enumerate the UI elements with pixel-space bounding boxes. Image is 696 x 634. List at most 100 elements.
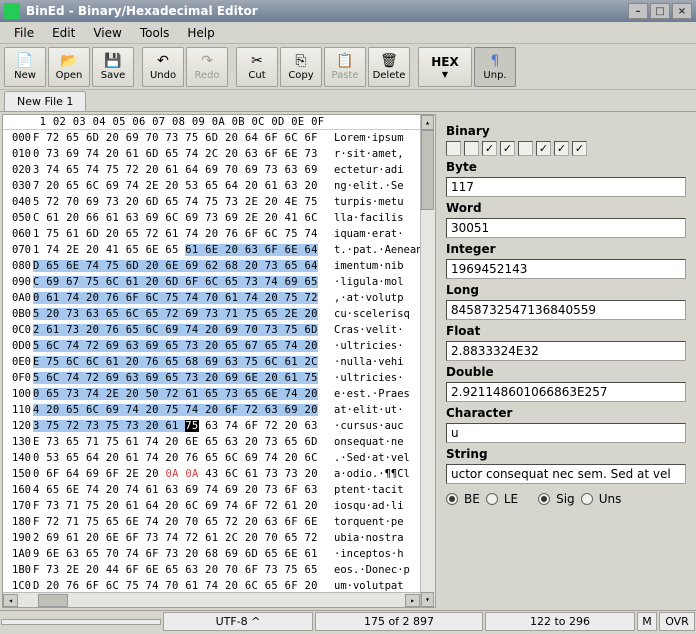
endian-be-radio[interactable] — [446, 493, 458, 505]
redo-button[interactable]: ↷Redo — [186, 47, 228, 87]
status-mode-ovr[interactable]: OVR — [659, 612, 695, 631]
string-label: String — [446, 447, 686, 461]
long-label: Long — [446, 283, 686, 297]
open-button[interactable]: 📂Open — [48, 47, 90, 87]
delete-icon: 🗑 — [380, 53, 398, 69]
tab-new-file-1[interactable]: New File 1 — [4, 91, 86, 111]
save-button[interactable]: 💾Save — [92, 47, 134, 87]
bit-checkbox[interactable]: ✓ — [554, 141, 569, 156]
bit-checkbox[interactable] — [518, 141, 533, 156]
character-field[interactable] — [446, 423, 686, 443]
file-new-icon: 📄 — [16, 53, 34, 69]
hex-row[interactable]: 1500 6F 64 69 6F 2E 20 0A 0A 43 6C 61 73… — [3, 466, 420, 482]
bit-checkbox[interactable]: ✓ — [536, 141, 551, 156]
hex-row[interactable]: 0E0E 75 6C 6C 61 20 76 65 68 69 63 75 6C… — [3, 354, 420, 370]
bit-checkbox[interactable]: ✓ — [482, 141, 497, 156]
sign-sig-radio[interactable] — [538, 493, 550, 505]
scroll-thumb[interactable] — [38, 594, 68, 607]
sign-uns-radio[interactable] — [581, 493, 593, 505]
cut-button[interactable]: ✂Cut — [236, 47, 278, 87]
status-empty — [1, 619, 161, 625]
folder-open-icon: 📂 — [60, 53, 78, 69]
hex-row[interactable]: 080D 65 6E 74 75 6D 20 6E 69 62 68 20 73… — [3, 258, 420, 274]
hex-row[interactable]: 1B0F 73 2E 20 44 6F 6E 65 63 20 70 6F 73… — [3, 562, 420, 578]
chevron-down-icon: ▼ — [442, 70, 448, 79]
hex-row[interactable]: 090C 69 67 75 6C 61 20 6D 6F 6C 65 73 74… — [3, 274, 420, 290]
hex-row[interactable]: 000F 72 65 6D 20 69 70 73 75 6D 20 64 6F… — [3, 130, 420, 146]
close-button[interactable]: × — [672, 3, 692, 19]
status-mode-m[interactable]: M — [637, 612, 657, 631]
float-label: Float — [446, 324, 686, 338]
hex-row[interactable]: 0A00 61 74 20 76 6F 6C 75 74 70 61 74 20… — [3, 290, 420, 306]
byte-field[interactable] — [446, 177, 686, 197]
scroll-right-icon[interactable]: ▸ — [405, 594, 420, 607]
undo-button[interactable]: ↶Undo — [142, 47, 184, 87]
scroll-down-icon[interactable]: ▾ — [421, 592, 434, 607]
redo-icon: ↷ — [198, 53, 216, 69]
copy-button[interactable]: ⎘Copy — [280, 47, 322, 87]
horizontal-scrollbar[interactable]: ◂ ▸ — [3, 592, 420, 607]
string-field[interactable] — [446, 464, 686, 484]
paste-button[interactable]: 📋Paste — [324, 47, 366, 87]
integer-field[interactable] — [446, 259, 686, 279]
integer-label: Integer — [446, 242, 686, 256]
hex-row[interactable]: 1400 53 65 64 20 61 74 20 76 65 6C 69 74… — [3, 450, 420, 466]
hex-row[interactable]: 0601 75 61 6D 20 65 72 61 74 20 76 6F 6C… — [3, 226, 420, 242]
bit-checkbox[interactable] — [464, 141, 479, 156]
cut-icon: ✂ — [248, 53, 266, 69]
menu-file[interactable]: File — [6, 24, 42, 42]
code-type-dropdown[interactable]: HEX▼ — [418, 47, 472, 87]
binary-bits: ✓✓✓✓✓ — [446, 141, 686, 156]
hex-row[interactable]: 1902 69 61 20 6E 6F 73 74 72 61 2C 20 70… — [3, 530, 420, 546]
hex-row[interactable]: 0203 74 65 74 75 72 20 61 64 69 70 69 73… — [3, 162, 420, 178]
hex-row[interactable]: 130E 73 65 71 75 61 74 20 6E 65 63 20 73… — [3, 434, 420, 450]
maximize-button[interactable]: □ — [650, 3, 670, 19]
hex-row[interactable]: 0100 73 69 74 20 61 6D 65 74 2C 20 63 6F… — [3, 146, 420, 162]
hex-row[interactable]: 1203 75 72 73 75 73 20 61 75 63 74 6F 72… — [3, 418, 420, 434]
bit-checkbox[interactable] — [446, 141, 461, 156]
bit-checkbox[interactable]: ✓ — [572, 141, 587, 156]
scroll-up-icon[interactable]: ▴ — [421, 115, 434, 130]
endian-le-radio[interactable] — [486, 493, 498, 505]
hex-row[interactable]: 1104 20 65 6C 69 74 20 75 74 20 6F 72 63… — [3, 402, 420, 418]
hex-row[interactable]: 0F05 6C 74 72 69 63 69 65 73 20 69 6E 20… — [3, 370, 420, 386]
scroll-thumb-v[interactable] — [421, 130, 434, 210]
scroll-left-icon[interactable]: ◂ — [3, 594, 18, 607]
hex-row[interactable]: 1604 65 6E 74 20 74 61 63 69 74 69 20 73… — [3, 482, 420, 498]
minimize-button[interactable]: – — [628, 3, 648, 19]
menubar: File Edit View Tools Help — [0, 22, 696, 44]
menu-help[interactable]: Help — [179, 24, 222, 42]
new-button[interactable]: 📄New — [4, 47, 46, 87]
unprintable-toggle[interactable]: ¶Unp. — [474, 47, 516, 87]
menu-view[interactable]: View — [85, 24, 129, 42]
word-field[interactable] — [446, 218, 686, 238]
binary-label: Binary — [446, 124, 686, 138]
double-field[interactable] — [446, 382, 686, 402]
delete-button[interactable]: 🗑Delete — [368, 47, 410, 87]
status-encoding[interactable]: UTF-8 ^ — [163, 612, 313, 631]
hex-row[interactable]: 0307 20 65 6C 69 74 2E 20 53 65 64 20 61… — [3, 178, 420, 194]
long-field[interactable] — [446, 300, 686, 320]
bit-checkbox[interactable]: ✓ — [500, 141, 515, 156]
hex-row[interactable]: 180F 72 71 75 65 6E 74 20 70 65 72 20 63… — [3, 514, 420, 530]
hex-row[interactable]: 0701 74 2E 20 41 65 6E 65 61 6E 20 63 6F… — [3, 242, 420, 258]
hex-row[interactable]: 1000 65 73 74 2E 20 50 72 61 65 73 65 6E… — [3, 386, 420, 402]
hex-row[interactable]: 1A09 6E 63 65 70 74 6F 73 20 68 69 6D 65… — [3, 546, 420, 562]
hex-row[interactable]: 0B05 20 73 63 65 6C 65 72 69 73 71 75 65… — [3, 306, 420, 322]
hex-row[interactable]: 0405 72 70 69 73 20 6D 65 74 75 73 2E 20… — [3, 194, 420, 210]
character-label: Character — [446, 406, 686, 420]
vertical-scrollbar[interactable]: ▴ ▾ — [420, 115, 435, 607]
hex-body[interactable]: 000F 72 65 6D 20 69 70 73 75 6D 20 64 6F… — [3, 130, 420, 592]
menu-tools[interactable]: Tools — [132, 24, 178, 42]
app-icon — [4, 3, 20, 19]
hex-row[interactable]: 0C02 61 73 20 76 65 6C 69 74 20 69 70 73… — [3, 322, 420, 338]
hex-row[interactable]: 0D05 6C 74 72 69 63 69 65 73 20 65 67 65… — [3, 338, 420, 354]
inspector-panel: Binary ✓✓✓✓✓ Byte Word Integer Long Floa… — [438, 114, 694, 608]
hex-row[interactable]: 1C0D 20 76 6F 6C 75 74 70 61 74 20 6C 65… — [3, 578, 420, 592]
byte-label: Byte — [446, 160, 686, 174]
float-field[interactable] — [446, 341, 686, 361]
hex-editor[interactable]: 1 02 03 04 05 06 07 08 09 0A 0B 0C 0D 0E… — [2, 114, 436, 608]
hex-row[interactable]: 050C 61 20 66 61 63 69 6C 69 73 69 2E 20… — [3, 210, 420, 226]
menu-edit[interactable]: Edit — [44, 24, 83, 42]
hex-row[interactable]: 170F 73 71 75 20 61 64 20 6C 69 74 6F 72… — [3, 498, 420, 514]
